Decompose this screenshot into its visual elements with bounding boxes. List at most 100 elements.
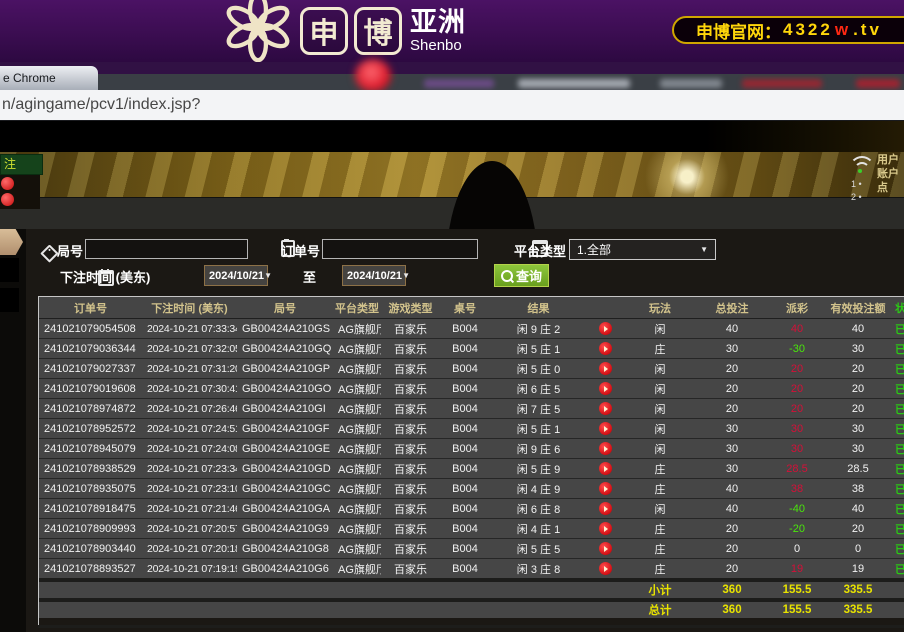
play-video-button[interactable] xyxy=(599,442,612,455)
strip-side-text: 用户 账户 点 xyxy=(877,153,899,195)
cell-bet_time: 2024-10-21 07:21:46 xyxy=(142,499,237,519)
cell-payout: 20 xyxy=(767,379,827,399)
cell-bet_time: 2024-10-21 07:31:20 xyxy=(142,359,237,379)
cell-order_id: 241021078893527 xyxy=(39,559,142,581)
decoration-blob xyxy=(518,79,630,88)
decoration-blob xyxy=(856,79,900,88)
official-site-pill[interactable]: 申博官网：4322w.tv xyxy=(672,16,904,44)
cell-round_id: GB00424A210GA xyxy=(237,499,333,519)
grand-total-status-blank xyxy=(889,600,904,618)
order-input[interactable] xyxy=(322,239,478,259)
column-header: 局号 xyxy=(237,297,333,319)
grand-total-payout: 155.5 xyxy=(767,600,827,618)
cell-total_bet: 20 xyxy=(697,379,767,399)
subtotal-valid-bet: 335.5 xyxy=(827,580,889,600)
cell-game_type: 百家乐 xyxy=(381,339,440,359)
play-video-button[interactable] xyxy=(599,382,612,395)
cell-status: 已 xyxy=(889,459,904,479)
rail-box xyxy=(0,288,19,312)
red-indicator-orb xyxy=(355,59,391,92)
play-icon xyxy=(604,506,608,512)
cell-round_id: GB00424A210GQ xyxy=(237,339,333,359)
cell-valid_bet: 0 xyxy=(827,539,889,559)
cell-result: 闲 7 庄 5 xyxy=(490,399,587,419)
cell-valid_bet: 19 xyxy=(827,559,889,581)
cell-bet_time: 2024-10-21 07:24:51 xyxy=(142,419,237,439)
cell-table_no: B004 xyxy=(440,459,490,479)
browser-chrome-band: e Chrome xyxy=(0,62,904,90)
search-button[interactable]: 查询 xyxy=(494,264,549,287)
strip-numbers: 1 • 2 • xyxy=(851,178,862,204)
cell-payout: 19 xyxy=(767,559,827,581)
cell-play_icon xyxy=(587,559,623,581)
cell-status: 已 xyxy=(889,519,904,539)
cell-platform: AG旗舰厅 xyxy=(333,339,381,359)
play-video-button[interactable] xyxy=(599,402,612,415)
brand-region: 亚洲 xyxy=(410,9,466,36)
cell-play: 闲 xyxy=(623,359,697,379)
rail-box xyxy=(0,258,19,282)
play-video-button[interactable] xyxy=(599,502,612,515)
cell-total_bet: 30 xyxy=(697,459,767,479)
cell-total_bet: 30 xyxy=(697,439,767,459)
cell-play: 闲 xyxy=(623,439,697,459)
cell-game_type: 百家乐 xyxy=(381,399,440,419)
play-video-button[interactable] xyxy=(599,482,612,495)
browser-tab[interactable]: e Chrome xyxy=(0,66,98,90)
play-video-button[interactable] xyxy=(599,462,612,475)
round-input[interactable] xyxy=(85,239,248,259)
cell-play_icon xyxy=(587,439,623,459)
logo-char-2: 博 xyxy=(354,7,402,55)
date-from-select[interactable]: 2024/10/21 ▼ xyxy=(204,265,268,286)
cell-payout: 40 xyxy=(767,319,827,339)
chevron-down-icon: ▼ xyxy=(264,271,272,280)
cell-valid_bet: 20 xyxy=(827,379,889,399)
cell-play: 庄 xyxy=(623,339,697,359)
cell-total_bet: 30 xyxy=(697,419,767,439)
play-video-button[interactable] xyxy=(599,562,612,575)
subtotal-row: 小计360155.5335.5 xyxy=(39,580,904,600)
cell-table_no: B004 xyxy=(440,319,490,339)
grand-total-row: 总计360155.5335.5 xyxy=(39,600,904,618)
cell-platform: AG旗舰厅 xyxy=(333,379,381,399)
cell-game_type: 百家乐 xyxy=(381,479,440,499)
cell-order_id: 241021078945079 xyxy=(39,439,142,459)
search-icon xyxy=(501,270,513,282)
bet-time-label: 下注时间 (美东) xyxy=(60,267,150,286)
cell-play: 庄 xyxy=(623,539,697,559)
page: 申 博 亚洲 Shenbo 申博官网：4322w.tv e Chrome n/a… xyxy=(0,0,904,632)
cell-round_id: GB00424A210GS xyxy=(237,319,333,339)
cell-valid_bet: 40 xyxy=(827,319,889,339)
url-bar[interactable]: n/agingame/pcv1/index.jsp? xyxy=(0,90,904,121)
cell-result: 闲 6 庄 5 xyxy=(490,379,587,399)
sum-spacer xyxy=(39,580,623,600)
play-video-button[interactable] xyxy=(599,342,612,355)
table-row: 2410210790196082024-10-21 07:30:41GB0042… xyxy=(39,379,904,399)
cell-status: 已 xyxy=(889,339,904,359)
date-to-value: 2024/10/21 xyxy=(347,270,402,282)
table-row: 2410210790363442024-10-21 07:32:05GB0042… xyxy=(39,339,904,359)
play-icon xyxy=(604,386,608,392)
grand-total-label: 总计 xyxy=(623,600,697,618)
play-video-button[interactable] xyxy=(599,322,612,335)
cell-total_bet: 30 xyxy=(697,339,767,359)
cell-round_id: GB00424A210G8 xyxy=(237,539,333,559)
platform-select[interactable]: 1.全部 ▼ xyxy=(569,239,716,260)
game-video-strip: 注 1 • 2 • 用户 账户 点 xyxy=(0,152,904,229)
cell-table_no: B004 xyxy=(440,559,490,581)
sum-spacer xyxy=(39,600,623,618)
play-video-button[interactable] xyxy=(599,422,612,435)
cell-valid_bet: 40 xyxy=(827,499,889,519)
play-icon xyxy=(604,326,608,332)
cell-platform: AG旗舰厅 xyxy=(333,459,381,479)
play-video-button[interactable] xyxy=(599,522,612,535)
play-video-button[interactable] xyxy=(599,542,612,555)
cell-table_no: B004 xyxy=(440,339,490,359)
cell-platform: AG旗舰厅 xyxy=(333,539,381,559)
play-video-button[interactable] xyxy=(599,362,612,375)
cell-bet_time: 2024-10-21 07:24:08 xyxy=(142,439,237,459)
cell-payout: -30 xyxy=(767,339,827,359)
date-to-select[interactable]: 2024/10/21 ▼ xyxy=(342,265,406,286)
column-header: 玩法 xyxy=(623,297,697,319)
cell-bet_time: 2024-10-21 07:20:18 xyxy=(142,539,237,559)
